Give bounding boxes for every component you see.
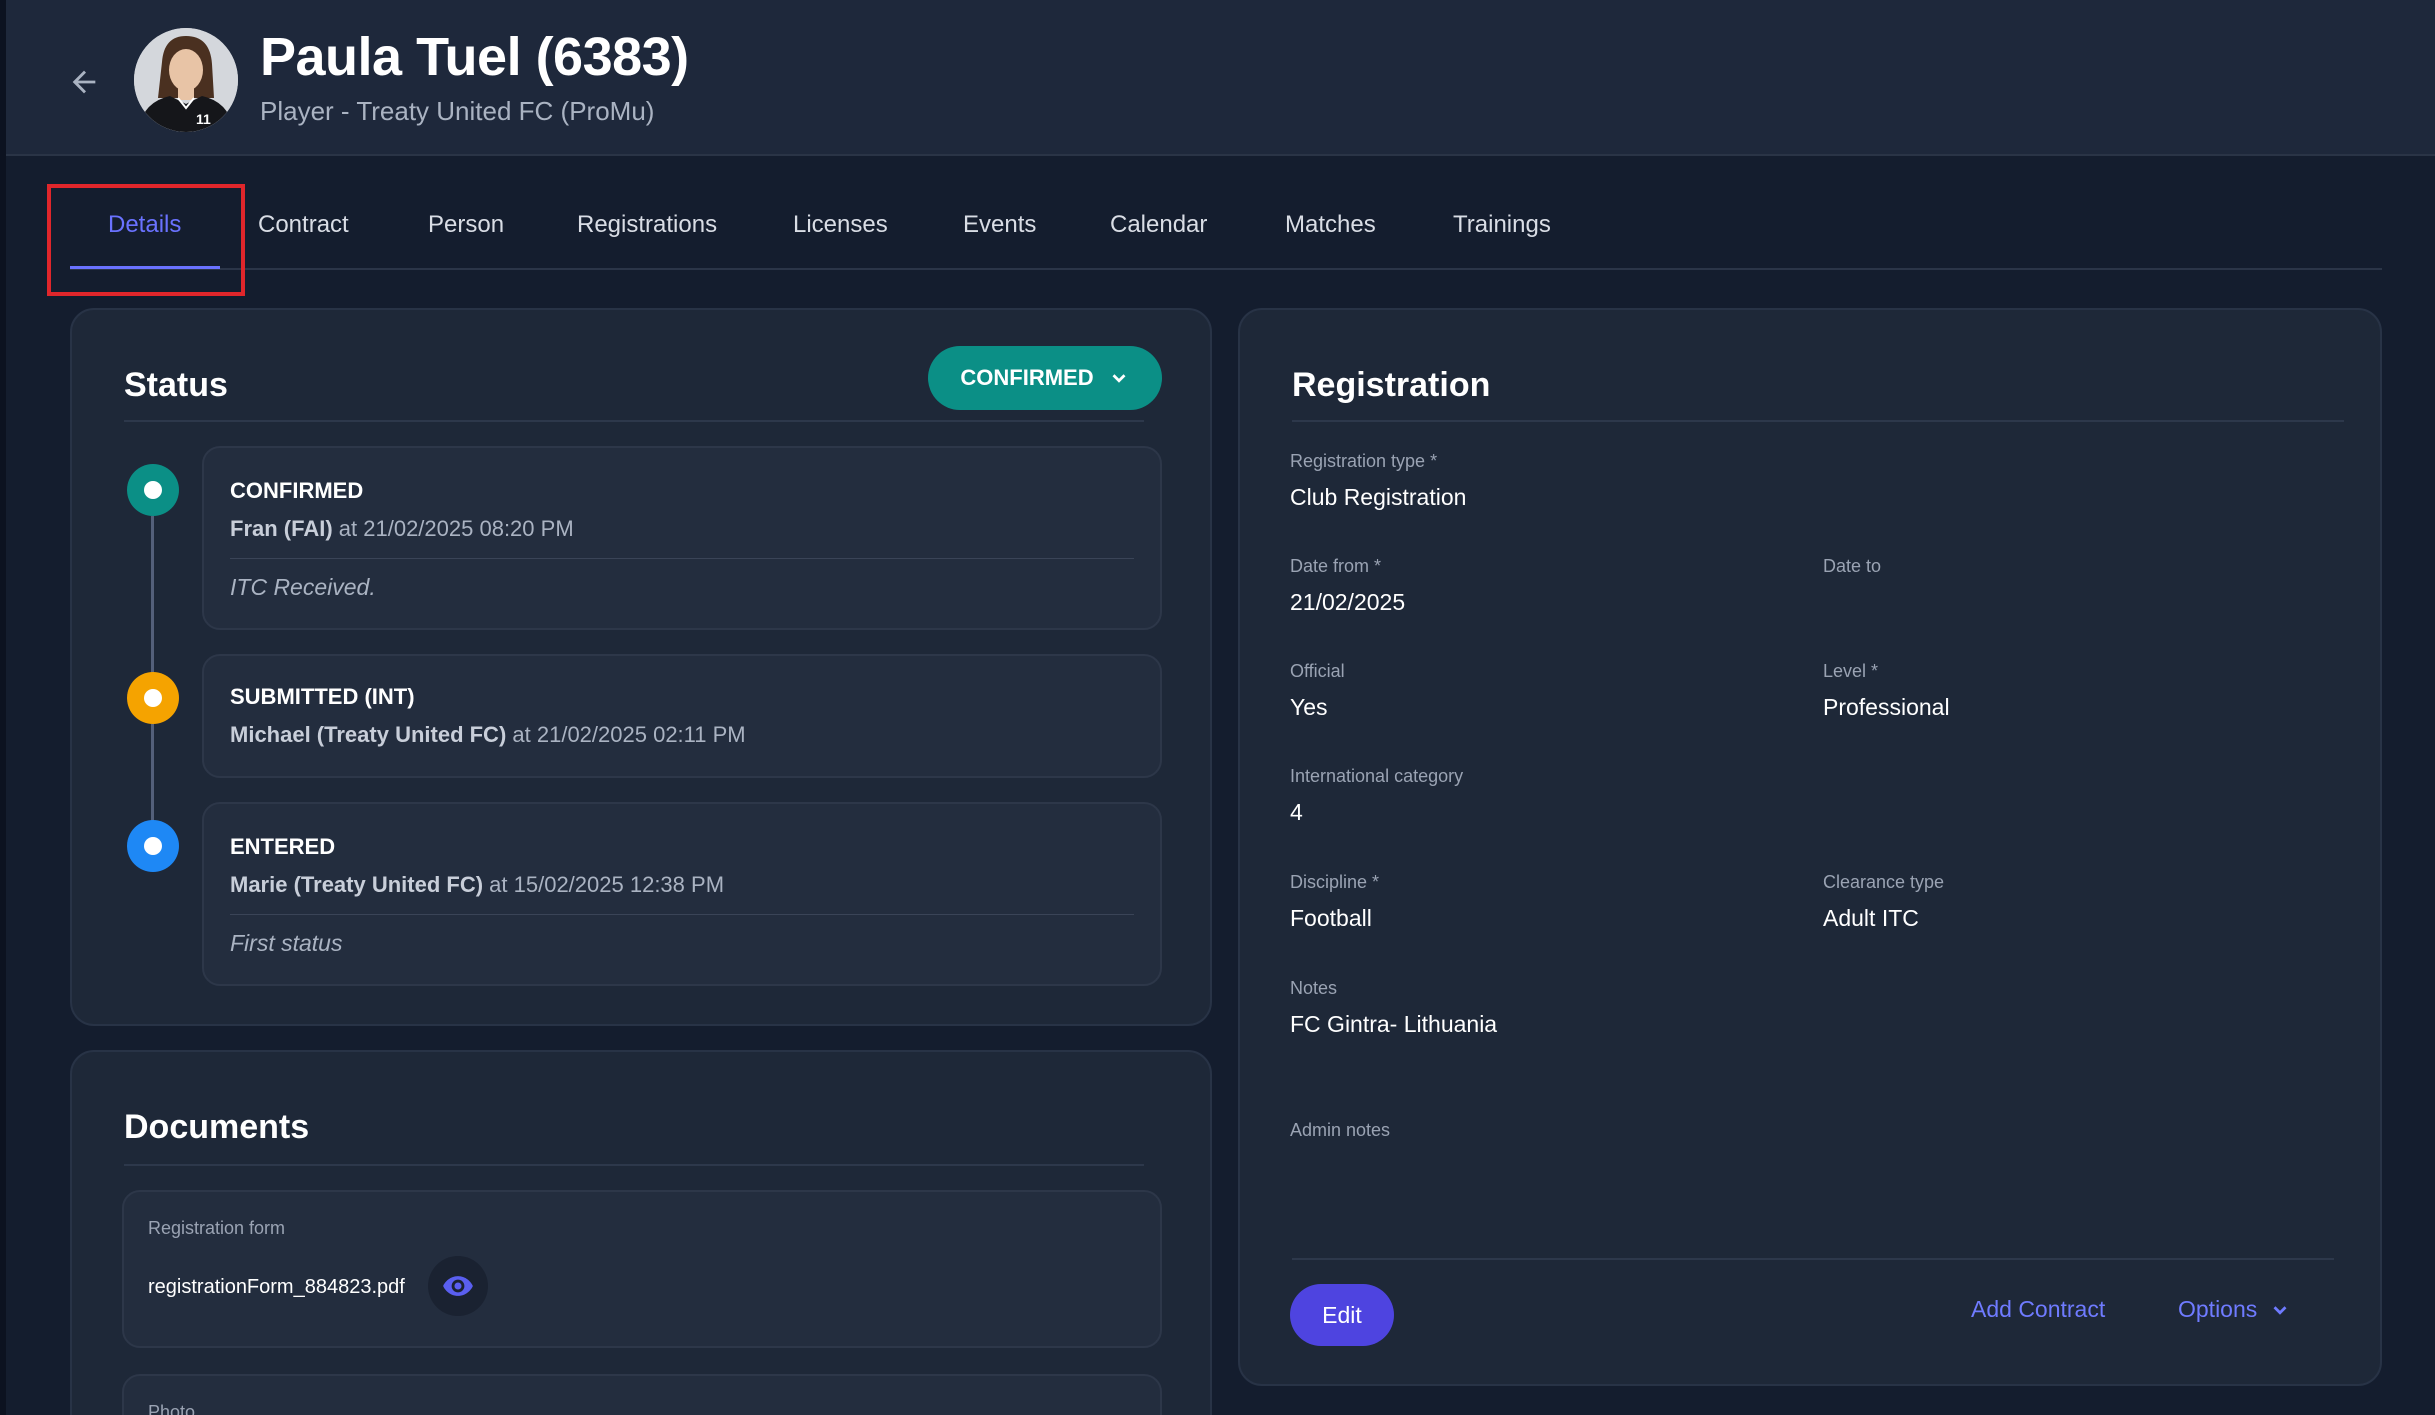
edit-button[interactable]: Edit [1290,1284,1394,1346]
view-document-button[interactable] [428,1256,488,1316]
timeline-connector [151,516,154,676]
field-label-official: Official [1290,661,1345,681]
timeline-dot-entered [127,820,179,872]
status-event-card: ENTERED Marie (Treaty United FC) at 15/0… [202,802,1162,986]
add-contract-button[interactable]: Add Contract [1971,1296,2105,1323]
event-note: First status [230,930,343,956]
event-divider [230,558,1134,559]
status-event-card: SUBMITTED (INT) Michael (Treaty United F… [202,654,1162,778]
tab-person[interactable]: Person [428,180,504,270]
svg-text:11: 11 [196,111,211,127]
registration-title: Registration [1292,366,1491,404]
page-subtitle: Player - Treaty United FC (ProMu) [260,96,655,126]
options-button[interactable]: Options [2178,1296,2291,1323]
eye-icon [443,1276,473,1296]
status-event-card: CONFIRMED Fran (FAI) at 21/02/2025 08:20… [202,446,1162,630]
event-time: at 15/02/2025 12:38 PM [489,872,725,897]
document-label: Registration form [148,1218,286,1238]
event-time: at 21/02/2025 02:11 PM [512,722,746,747]
field-label-international-category: International category [1290,766,1464,786]
tab-contract[interactable]: Contract [258,180,349,270]
document-item: Photo [122,1374,1162,1415]
divider [1292,420,2344,422]
field-value-international-category: 4 [1290,799,1303,825]
divider [124,1164,1144,1166]
timeline-dot-submitted [127,672,179,724]
document-item: Registration form registrationForm_88482… [122,1190,1162,1348]
field-label-admin-notes: Admin notes [1290,1120,1391,1140]
field-value-date-from: 21/02/2025 [1290,589,1406,615]
event-divider [230,914,1134,915]
event-meta: Fran (FAI) at 21/02/2025 08:20 PM [230,516,574,542]
back-button[interactable] [56,54,112,110]
timeline-dot-confirmed [127,464,179,516]
tab-matches[interactable]: Matches [1285,180,1376,270]
event-time: at 21/02/2025 08:20 PM [338,516,574,541]
avatar: 11 [134,28,238,132]
field-value-official: Yes [1290,694,1328,720]
field-label-clearance-type: Clearance type [1823,872,1945,892]
timeline-connector [151,724,154,824]
status-title: Status [124,366,228,404]
field-label-discipline: Discipline * [1290,872,1380,892]
add-contract-label: Add Contract [1971,1296,2106,1322]
tab-registrations[interactable]: Registrations [577,180,717,270]
chevron-down-icon [2273,1305,2287,1315]
status-dropdown-button[interactable]: CONFIRMED [928,346,1162,410]
tab-calendar[interactable]: Calendar [1110,180,1207,270]
chevron-down-icon [1112,374,1126,383]
event-actor: Michael (Treaty United FC) [230,722,507,747]
options-label: Options [2178,1296,2258,1322]
field-label-date-from: Date from * [1290,556,1382,576]
tab-licenses[interactable]: Licenses [793,180,888,270]
tab-events[interactable]: Events [963,180,1036,270]
event-meta: Marie (Treaty United FC) at 15/02/2025 1… [230,872,724,898]
window-edge [0,0,6,1415]
event-status: ENTERED [230,834,336,859]
field-label-level: Level * [1823,661,1879,681]
tab-trainings[interactable]: Trainings [1453,180,1551,270]
divider [1292,1258,2334,1260]
event-actor: Marie (Treaty United FC) [230,872,484,897]
event-actor: Fran (FAI) [230,516,333,541]
document-label: Photo [148,1402,196,1415]
status-dropdown-label: CONFIRMED [960,365,1094,390]
document-file-name[interactable]: registrationForm_884823.pdf [148,1276,405,1299]
selected-tab-highlight [47,184,245,296]
page-header: 11 Paula Tuel (6383) Player - Treaty Uni… [6,0,2435,156]
field-label-date-to: Date to [1823,556,1882,576]
event-note: ITC Received. [230,574,376,600]
divider [124,420,1144,422]
field-value-discipline: Football [1290,905,1372,931]
field-value-level: Professional [1823,694,1950,720]
event-meta: Michael (Treaty United FC) at 21/02/2025… [230,722,746,748]
event-status: SUBMITTED (INT) [230,684,415,709]
arrow-left-icon [72,70,96,94]
field-label-registration-type: Registration type * [1290,451,1438,471]
field-value-registration-type: Club Registration [1290,484,1467,510]
documents-title: Documents [124,1108,310,1146]
tab-bar: Details Contract Person Registrations Li… [70,180,2382,270]
event-status: CONFIRMED [230,478,364,503]
field-label-notes: Notes [1290,978,1338,998]
field-value-clearance-type: Adult ITC [1823,905,1919,931]
page-title: Paula Tuel (6383) [260,27,689,87]
field-value-notes: FC Gintra- Lithuania [1290,1011,1498,1037]
